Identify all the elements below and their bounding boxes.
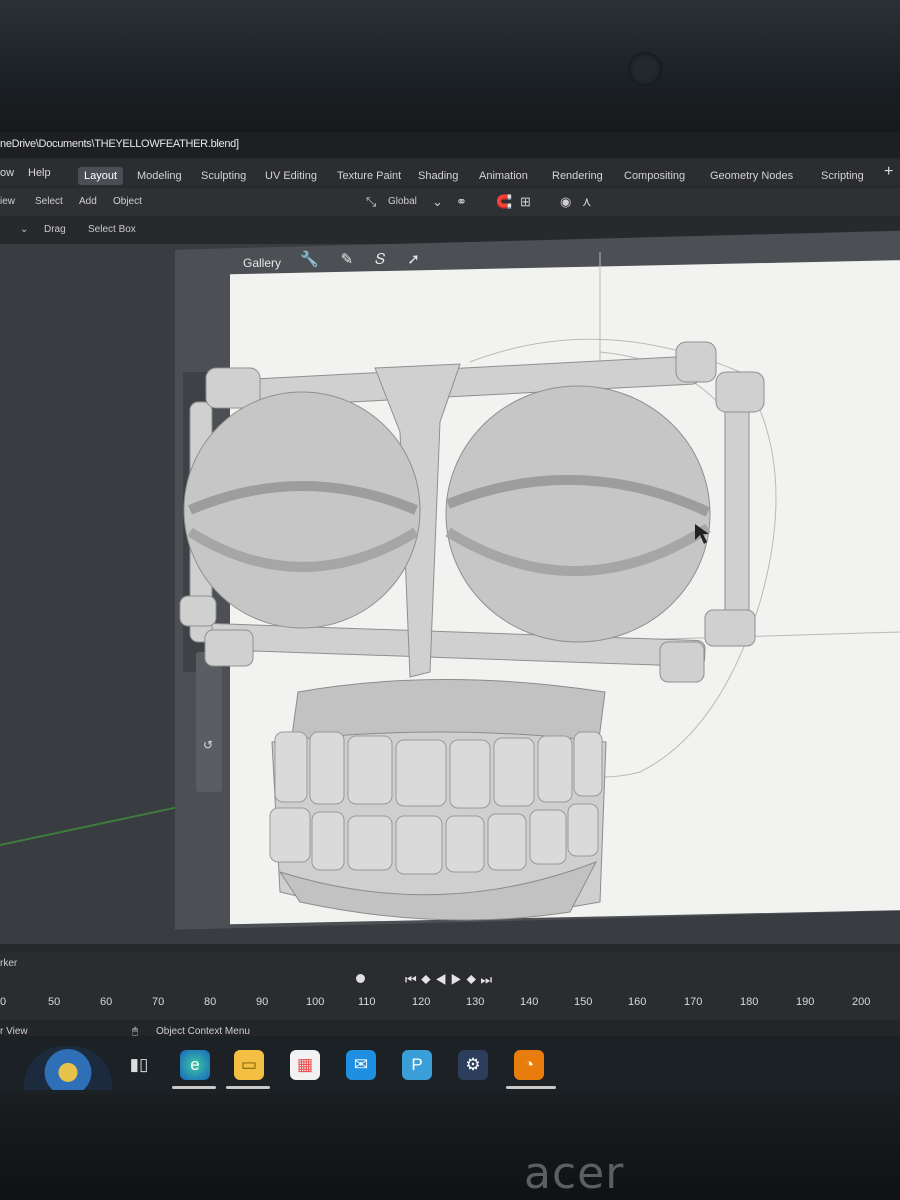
frame-label: 130 [466,996,485,1008]
frame-label: 150 [574,996,593,1008]
webcam [628,52,662,86]
edge-active-indicator [172,1086,216,1089]
frame-label: 190 [796,996,815,1008]
frame-label: 110 [358,996,376,1008]
acer-logo: acer [524,1148,625,1199]
file-explorer-icon[interactable]: ▭ [234,1050,264,1080]
frame-label: 140 [520,996,539,1008]
frame-label: 160 [628,996,647,1008]
publisher-icon[interactable]: P [402,1050,432,1080]
frame-label: 120 [412,996,431,1008]
laptop-bezel-top [0,0,900,132]
frame-label: 80 [204,996,217,1008]
frame-label: 180 [740,996,759,1008]
keyframe-indicator [356,974,365,983]
playback-controls[interactable]: ⏮◆◀▶◆⏭ [405,972,496,988]
store-icon[interactable]: ▦ [290,1050,320,1080]
frame-label: 200 [852,996,871,1008]
frame-label: 170 [684,996,703,1008]
edge-icon[interactable]: e [180,1050,210,1080]
blender-icon[interactable]: ◔ [514,1050,544,1080]
blender-window: neDrive\Documents\THEYELLOWFEATHER.blend… [0,132,900,1090]
frame-ruler[interactable]: 0 50 60 70 80 90 100 110 120 130 140 150… [0,996,900,1020]
skull-model[interactable] [0,132,900,1090]
teeth-upper [274,731,603,809]
marker-menu[interactable]: rker [0,958,17,969]
mail-icon[interactable]: ✉ [346,1050,376,1080]
laptop-bezel-bottom: acer [0,1094,900,1200]
frame-label: 90 [256,996,269,1008]
frame-label: 50 [48,996,61,1008]
steam-icon[interactable]: ⚙ [458,1050,488,1080]
eye-right [445,385,711,643]
eye-left [183,391,421,629]
blender-active-indicator [506,1086,556,1089]
task-view-icon[interactable]: ▮▯ [124,1050,154,1080]
frame-label: 70 [152,996,165,1008]
frame-label: 0 [0,996,7,1008]
windows-taskbar: ▮▯ e ▭ ▦ ✉ P ⚙ ◔ [0,1036,900,1094]
explorer-active-indicator [226,1086,270,1089]
frame-label: 60 [100,996,113,1008]
frame-label: 100 [306,996,325,1008]
